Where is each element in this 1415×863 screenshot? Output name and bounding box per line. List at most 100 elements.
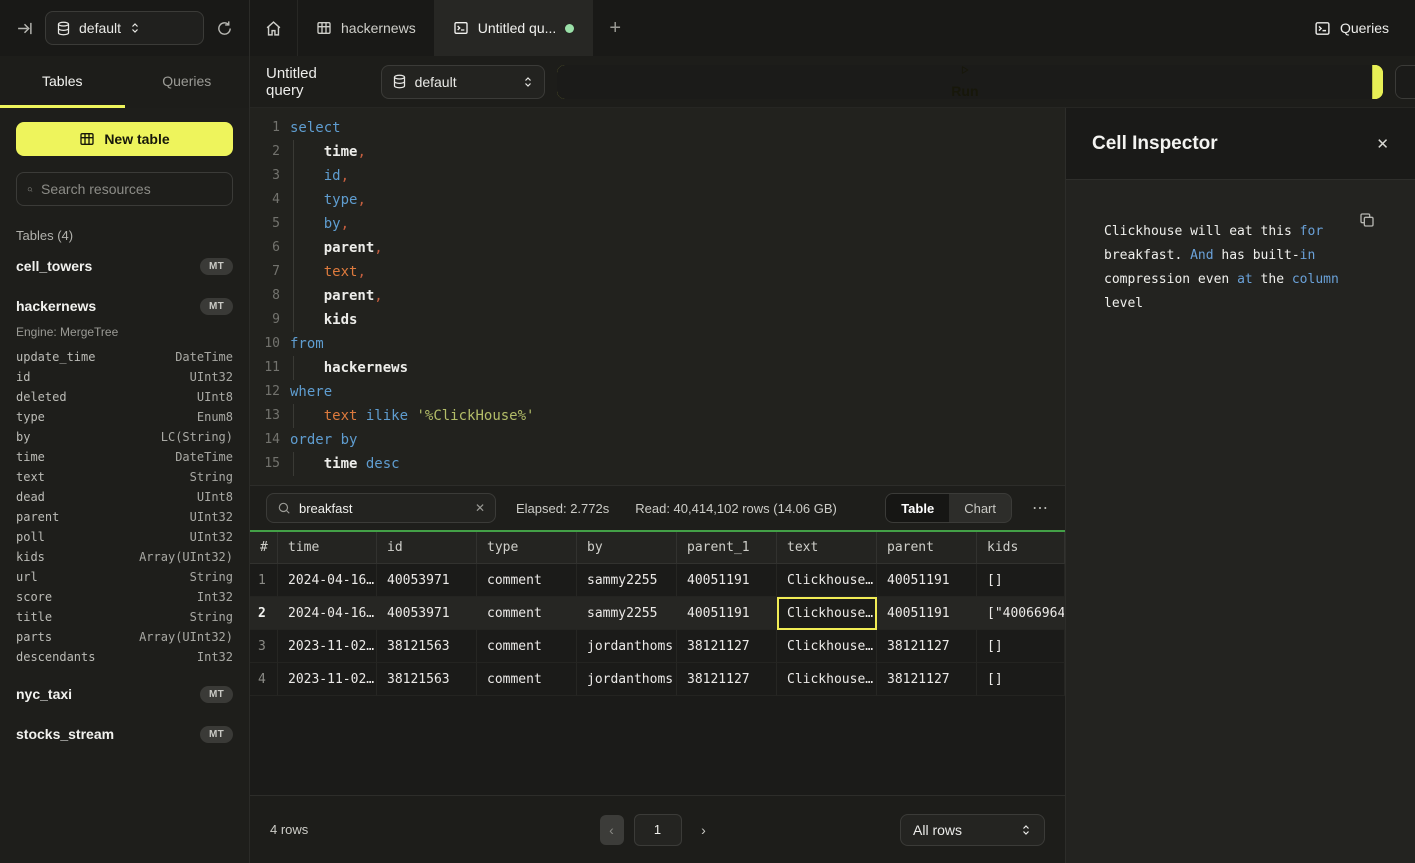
table-cell[interactable]: Clickhouse… xyxy=(777,663,877,696)
resource-search xyxy=(16,172,233,206)
new-tab-button[interactable]: + xyxy=(593,0,637,56)
table-cell[interactable]: sammy2255 xyxy=(577,564,677,597)
close-inspector-button[interactable]: ✕ xyxy=(1376,135,1389,153)
table-cell[interactable]: 38121127 xyxy=(877,663,977,696)
resource-search-input[interactable] xyxy=(41,181,222,197)
column-header[interactable]: text xyxy=(777,532,877,564)
column-type: DateTime xyxy=(175,450,233,464)
table-cell[interactable]: 38121127 xyxy=(677,630,777,663)
sidebar-tab-tables[interactable]: Tables xyxy=(0,56,125,108)
table-cell[interactable]: comment xyxy=(477,663,577,696)
run-button[interactable]: Run xyxy=(557,65,1372,99)
table-cell[interactable]: 2023-11-02… xyxy=(278,630,377,663)
queries-button[interactable]: Queries xyxy=(1314,0,1389,56)
table-cell[interactable]: [] xyxy=(977,630,1065,663)
cell-inspector-header: Cell Inspector ✕ xyxy=(1066,108,1415,180)
table-cell[interactable]: jordanthoms xyxy=(577,663,677,696)
table-item[interactable]: cell_towersMT xyxy=(16,249,233,283)
clear-search-button[interactable]: ✕ xyxy=(475,501,485,515)
column-header[interactable]: type xyxy=(477,532,577,564)
run-options-button[interactable] xyxy=(1372,65,1383,99)
new-table-button[interactable]: New table xyxy=(16,122,233,156)
table-cell[interactable]: Clickhouse… xyxy=(777,630,877,663)
view-toggle-table[interactable]: Table xyxy=(886,494,949,522)
column-type: Array(UInt32) xyxy=(139,550,233,564)
table-cell[interactable]: ["40066964… xyxy=(977,597,1065,630)
column-type: String xyxy=(190,610,233,624)
elapsed-time: Elapsed: 2.772s xyxy=(516,501,609,516)
schema-column: kids Array(UInt32) xyxy=(16,547,233,567)
table-cell[interactable]: 38121127 xyxy=(677,663,777,696)
column-name: title xyxy=(16,610,52,624)
results-search-input[interactable] xyxy=(299,501,467,516)
table-cell[interactable]: jordanthoms xyxy=(577,630,677,663)
next-page-button[interactable]: › xyxy=(692,815,716,845)
row-number: 3 xyxy=(250,630,278,663)
table-cell[interactable]: Clickhouse… xyxy=(777,564,877,597)
column-name: descendants xyxy=(16,650,95,664)
column-header[interactable]: by xyxy=(577,532,677,564)
search-icon xyxy=(277,501,291,515)
database-selector-value: default xyxy=(79,20,121,36)
tab-untitled-query[interactable]: Untitled qu... xyxy=(435,0,594,56)
column-header[interactable]: # xyxy=(250,532,278,564)
refresh-button[interactable] xyxy=(212,16,237,41)
column-type: LC(String) xyxy=(161,430,233,444)
column-header[interactable]: parent xyxy=(877,532,977,564)
collapse-sidebar-button[interactable] xyxy=(12,16,37,41)
table-cell[interactable]: comment xyxy=(477,630,577,663)
page-number-input[interactable] xyxy=(634,814,682,846)
table-cell[interactable]: comment xyxy=(477,597,577,630)
column-name: kids xyxy=(16,550,45,564)
column-header[interactable]: time xyxy=(278,532,377,564)
table-cell[interactable]: Clickhouse… xyxy=(777,597,877,630)
engine-label: Engine: MergeTree xyxy=(16,325,233,339)
table-cell[interactable]: 40053971 xyxy=(377,597,477,630)
table-cell[interactable]: 40053971 xyxy=(377,564,477,597)
table-cell[interactable]: 40051191 xyxy=(677,564,777,597)
app-window: default hackernews Untitled qu... + xyxy=(0,0,1415,863)
page-size-selector[interactable]: All rows xyxy=(900,814,1045,846)
table-cell[interactable]: 40051191 xyxy=(877,564,977,597)
sidebar-tab-queries[interactable]: Queries xyxy=(125,56,250,108)
sql-editor[interactable]: 1select2 time,3 id,4 type,5 by,6 parent,… xyxy=(250,108,1065,485)
code-line: 3 id, xyxy=(250,164,1065,188)
table-cell[interactable]: 38121127 xyxy=(877,630,977,663)
column-header[interactable]: parent_1 xyxy=(677,532,777,564)
engine-badge: MT xyxy=(200,726,233,743)
table-cell[interactable]: 40051191 xyxy=(677,597,777,630)
table-cell[interactable]: 2023-11-02… xyxy=(278,663,377,696)
sidebar-header: default xyxy=(0,0,250,56)
column-type: Array(UInt32) xyxy=(139,630,233,644)
column-type: String xyxy=(190,470,233,484)
code-line: 1select xyxy=(250,116,1065,140)
table-cell[interactable]: sammy2255 xyxy=(577,597,677,630)
tab-hackernews[interactable]: hackernews xyxy=(298,0,435,56)
table-item[interactable]: hackernewsMT xyxy=(16,289,233,323)
sql-ai-button[interactable]: SQL AI xyxy=(1396,66,1415,98)
table-cell[interactable]: comment xyxy=(477,564,577,597)
table-cell[interactable]: 38121563 xyxy=(377,663,477,696)
column-header[interactable]: kids xyxy=(977,532,1065,564)
engine-badge: MT xyxy=(200,258,233,275)
copy-cell-button[interactable] xyxy=(1359,212,1375,228)
tab-home[interactable] xyxy=(250,0,298,56)
table-cell[interactable]: 40051191 xyxy=(877,597,977,630)
column-header[interactable]: id xyxy=(377,532,477,564)
row-count: 4 rows xyxy=(270,822,600,837)
table-cell[interactable]: [] xyxy=(977,663,1065,696)
table-row: 12024-04-16…40053971commentsammy22554005… xyxy=(250,564,1065,597)
table-cell[interactable]: [] xyxy=(977,564,1065,597)
table-cell[interactable]: 38121563 xyxy=(377,630,477,663)
previous-page-button[interactable]: ‹ xyxy=(600,815,624,845)
chevron-updown-icon xyxy=(1020,823,1032,837)
query-database-selector[interactable]: default xyxy=(381,65,546,99)
table-cell[interactable]: 2024-04-16… xyxy=(278,597,377,630)
table-item[interactable]: stocks_streamMT xyxy=(16,717,233,751)
view-toggle-chart[interactable]: Chart xyxy=(949,494,1011,522)
table-cell[interactable]: 2024-04-16… xyxy=(278,564,377,597)
column-name: parent xyxy=(16,510,59,524)
more-options-button[interactable]: ⋯ xyxy=(1032,498,1049,518)
table-item[interactable]: nyc_taxiMT xyxy=(16,677,233,711)
database-selector[interactable]: default xyxy=(45,11,204,45)
